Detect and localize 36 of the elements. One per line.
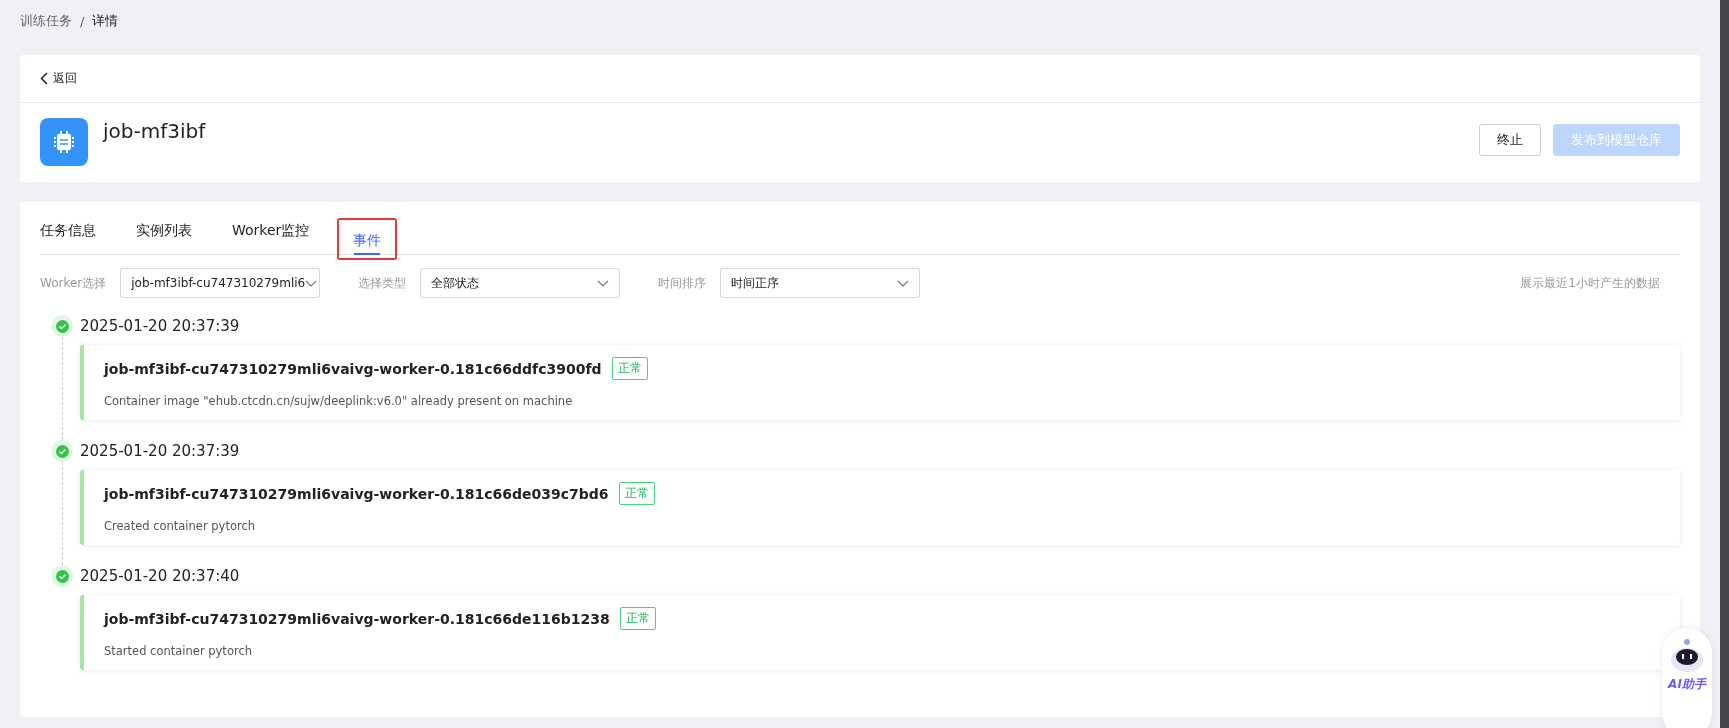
robot-icon: [1668, 638, 1706, 674]
event-message: Created container pytorch: [104, 519, 257, 533]
filter-label: 选择类型: [358, 274, 407, 292]
tab[interactable]: 事件: [337, 218, 398, 260]
event-message: Container image "ehub.ctcdn.cn/sujw/deeplink:v6.0" already present on machine: [104, 394, 574, 408]
select-field[interactable]: 全部状态: [420, 268, 621, 298]
breadcrumb-current: 详情: [92, 12, 119, 30]
breadcrumb-link[interactable]: 训练任务: [20, 12, 72, 30]
event-title: job-mf3ibf-cu747310279mli6vaivg-worker-0.181c66de116b1238: [104, 610, 610, 627]
chevron-down-icon: [305, 279, 318, 287]
filter-label: Worker选择: [40, 274, 107, 292]
chevron-left-icon: [40, 72, 48, 85]
data-range-note: 展示最近1小时产生的数据: [1520, 274, 1661, 292]
chevron-down-icon: [897, 279, 910, 287]
event-time: 2025-01-20 20:37:40: [80, 566, 241, 587]
ai-assistant-button[interactable]: AI助手: [1662, 628, 1712, 728]
tab[interactable]: Worker监控: [220, 202, 322, 254]
chevron-down-icon: [597, 279, 610, 287]
event-title: job-mf3ibf-cu747310279mli6vaivg-worker-0.181c66de039c7bd6: [104, 485, 609, 502]
chip-icon: [40, 118, 88, 166]
job-title: job-mf3ibf: [103, 118, 207, 144]
filter-label: 时间排序: [658, 274, 707, 292]
status-tag: 正常: [618, 482, 655, 505]
event-time: 2025-01-20 20:37:39: [80, 316, 241, 337]
event-title: job-mf3ibf-cu747310279mli6vaivg-worker-0.181c66ddfc3900fd: [104, 360, 602, 377]
breadcrumb-separator: /: [80, 13, 85, 29]
tab[interactable]: 任务信息: [40, 202, 108, 254]
status-tag: 正常: [619, 607, 656, 630]
event-time: 2025-01-20 20:37:39: [80, 441, 241, 462]
select-field[interactable]: 时间正序: [720, 268, 921, 298]
back-button[interactable]: 返回: [40, 70, 77, 87]
stop-button[interactable]: 终止: [1479, 124, 1541, 156]
tab[interactable]: 实例列表: [124, 202, 204, 254]
status-tag: 正常: [611, 357, 648, 380]
select-field[interactable]: job-mf3ibf-cu747310279mli6: [120, 268, 321, 298]
event-message: Started container pytorch: [104, 644, 253, 658]
